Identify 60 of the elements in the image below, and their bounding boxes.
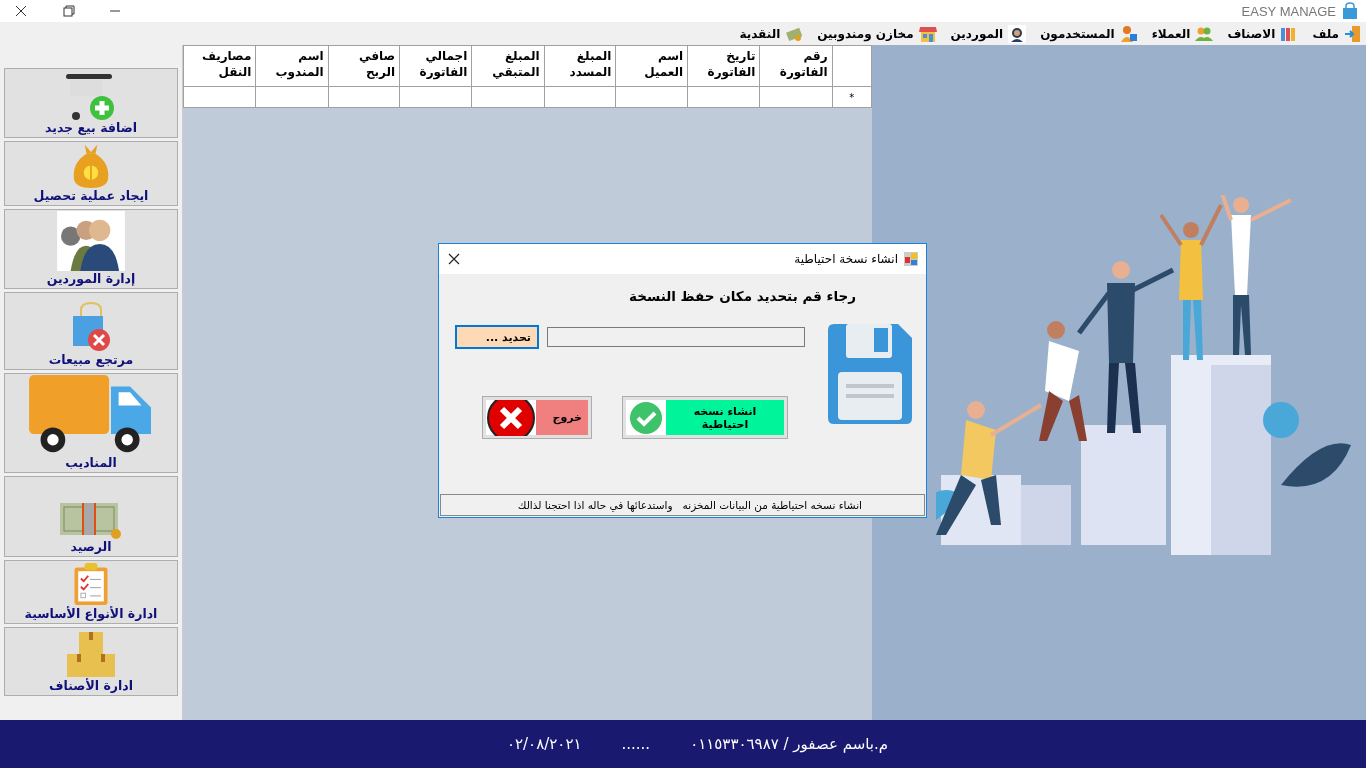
column-header[interactable]: مصاريف النقل bbox=[183, 45, 256, 87]
status-text: انشاء نسخه احتياطية من البيانات المخزنه واستدعائها في حاله اذا احتجنا لذالك bbox=[440, 494, 925, 516]
close-x-icon bbox=[487, 399, 535, 436]
date-text: ٠٢/٠٨/٢٠٢١ bbox=[506, 735, 582, 753]
checklist-clipboard-icon bbox=[72, 562, 110, 606]
prompt-text: رجاء قم بتحديد مكان حفظ النسخة bbox=[628, 288, 857, 306]
column-header[interactable]: اسم المندوب bbox=[255, 45, 329, 87]
create-backup-button[interactable]: انشاء نسخه احتياطية bbox=[622, 396, 788, 439]
table-cell[interactable] bbox=[544, 86, 616, 108]
column-header[interactable]: صافي الربح bbox=[328, 45, 400, 87]
businessmen-icon bbox=[56, 211, 126, 271]
sidebar-button[interactable]: اضافة بيع جديد bbox=[4, 68, 178, 138]
menu-item[interactable]: الاصناف bbox=[1225, 24, 1301, 43]
menu-item[interactable]: مخازن ومندوبين bbox=[815, 24, 939, 43]
menu-item[interactable]: ملف bbox=[1310, 24, 1364, 43]
menu-item[interactable]: المستخدمون bbox=[1038, 24, 1140, 43]
table-cell[interactable] bbox=[759, 86, 833, 108]
sidebar-button[interactable]: ايجاد عملية تحصيل bbox=[4, 141, 178, 206]
column-header[interactable]: المبلغ المسدد bbox=[544, 45, 616, 87]
column-header[interactable]: اجمالي الفاتورة bbox=[399, 45, 472, 87]
developer-contact: م.باسم عصفور / ٠١١٥٣٣٠٦٩٨٧ bbox=[690, 735, 888, 753]
sidebar-button[interactable]: الرصيد bbox=[4, 476, 178, 557]
sidebar-button[interactable]: ادارة الأنواع الأساسية bbox=[4, 560, 178, 624]
shopping-bag-icon bbox=[1342, 2, 1358, 20]
table-cell[interactable] bbox=[328, 86, 400, 108]
table-cell[interactable] bbox=[615, 86, 688, 108]
sidebar-button[interactable]: ادارة الأصناف bbox=[4, 627, 178, 696]
column-header[interactable]: تاريخ الفاتورة bbox=[687, 45, 760, 87]
table-cell[interactable] bbox=[255, 86, 329, 108]
person-icon bbox=[1008, 24, 1027, 43]
table-cell[interactable] bbox=[471, 86, 545, 108]
exit-button[interactable]: خروج bbox=[482, 396, 592, 439]
column-header[interactable]: اسم العميل bbox=[615, 45, 688, 87]
new-row-marker: * bbox=[832, 86, 872, 108]
browse-button[interactable]: تحديد ... bbox=[455, 325, 539, 349]
sidebar-button[interactable]: مرتجع مبيعات bbox=[4, 292, 178, 370]
shopping-bag-remove-icon bbox=[71, 302, 111, 352]
column-header[interactable]: المبلغ المتبقي bbox=[471, 45, 545, 87]
user-icon bbox=[1119, 24, 1138, 43]
stacked-boxes-icon bbox=[66, 632, 116, 678]
menu-item[interactable]: النقدية bbox=[737, 24, 806, 43]
path-field[interactable] bbox=[547, 327, 805, 347]
close-icon[interactable] bbox=[447, 252, 461, 266]
column-header[interactable]: رقم الفاتورة bbox=[759, 45, 833, 87]
ellipsis-text: ...... bbox=[621, 735, 651, 753]
table-cell[interactable] bbox=[183, 86, 256, 108]
menu-item[interactable]: العملاء bbox=[1149, 24, 1216, 43]
check-icon bbox=[629, 400, 663, 435]
menu-item[interactable]: الموردين bbox=[948, 24, 1029, 43]
exit-door-icon bbox=[1344, 24, 1362, 43]
app-title: EASY MANAGE bbox=[1241, 3, 1336, 19]
table-cell[interactable] bbox=[399, 86, 472, 108]
sidebar-button[interactable]: إدارة الموردين bbox=[4, 209, 178, 289]
store-icon bbox=[918, 24, 937, 43]
banknotes-icon bbox=[60, 503, 122, 539]
dialog-title: انشاء نسخة احتياطية bbox=[794, 252, 898, 266]
cart-add-icon bbox=[66, 74, 116, 120]
table-cell[interactable] bbox=[687, 86, 760, 108]
sidebar-button[interactable]: المناديب bbox=[4, 373, 178, 473]
window-icon bbox=[904, 252, 918, 266]
